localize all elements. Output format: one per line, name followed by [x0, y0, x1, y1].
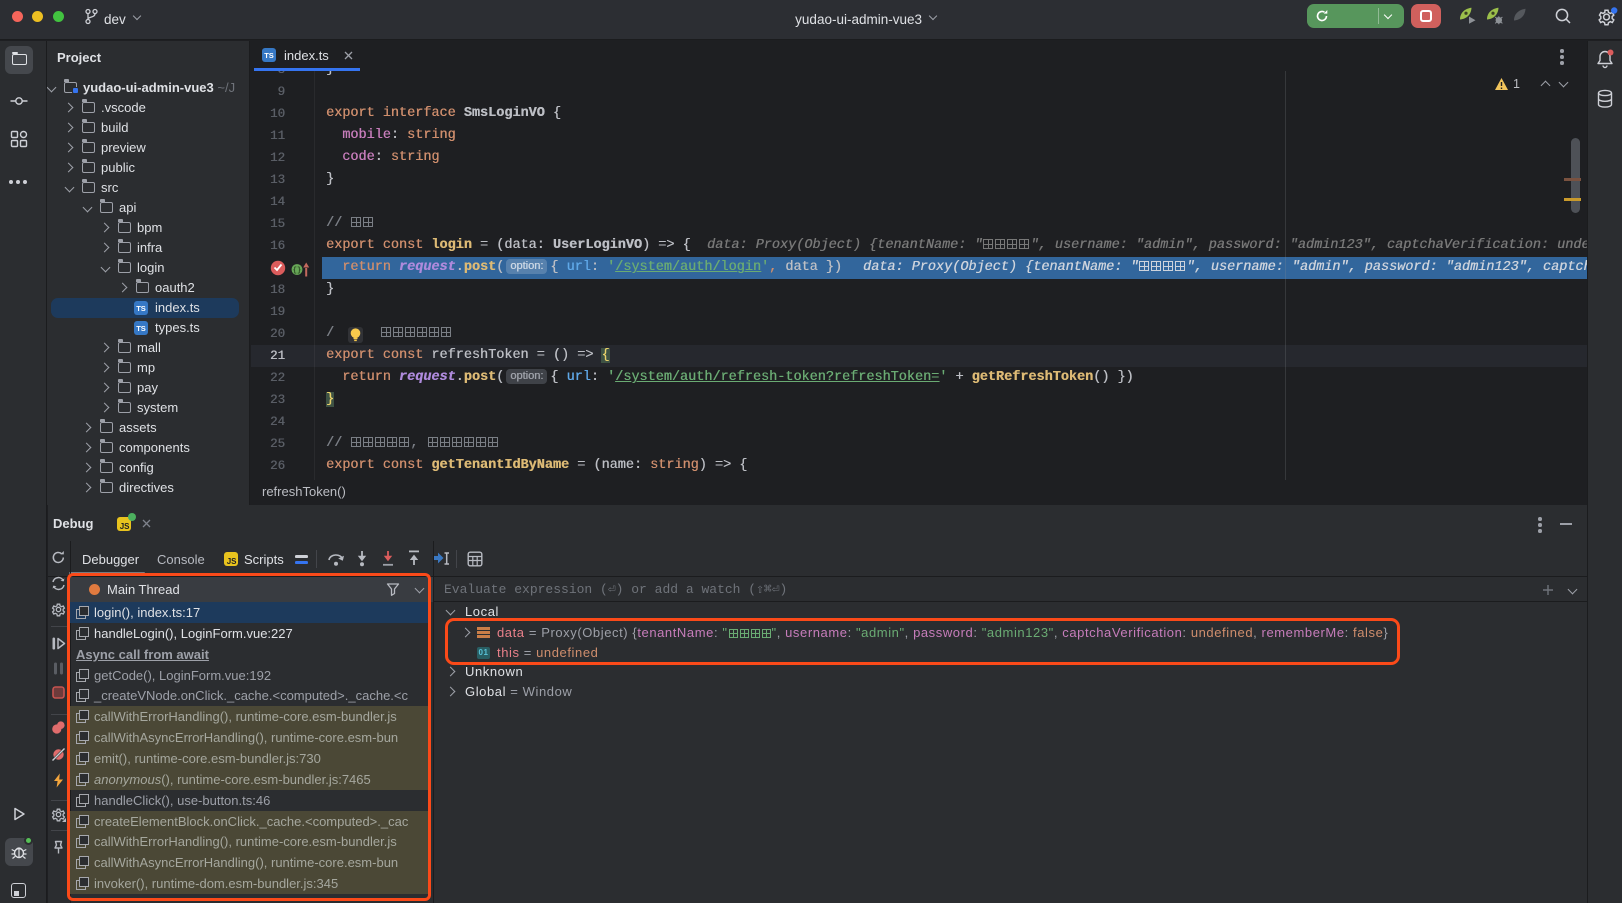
svg-text:{}: {}	[293, 267, 301, 275]
